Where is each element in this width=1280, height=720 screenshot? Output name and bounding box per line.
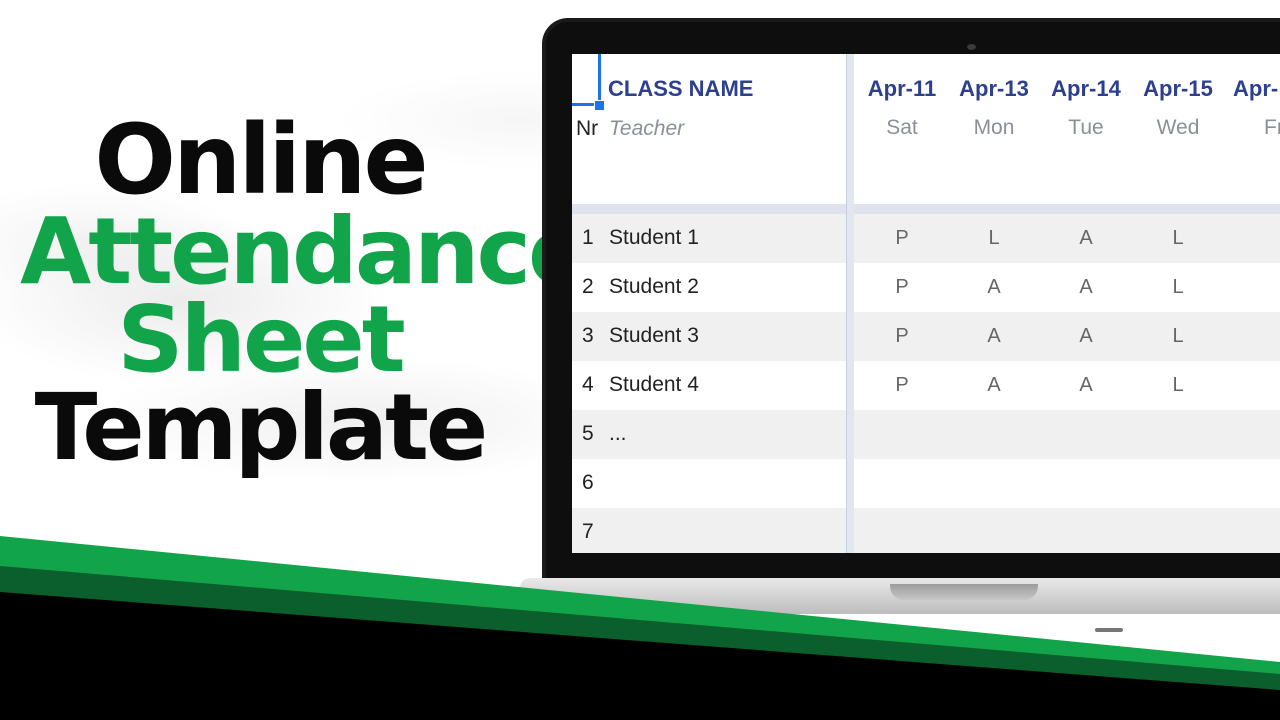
- bottom-stripes: [0, 536, 1280, 720]
